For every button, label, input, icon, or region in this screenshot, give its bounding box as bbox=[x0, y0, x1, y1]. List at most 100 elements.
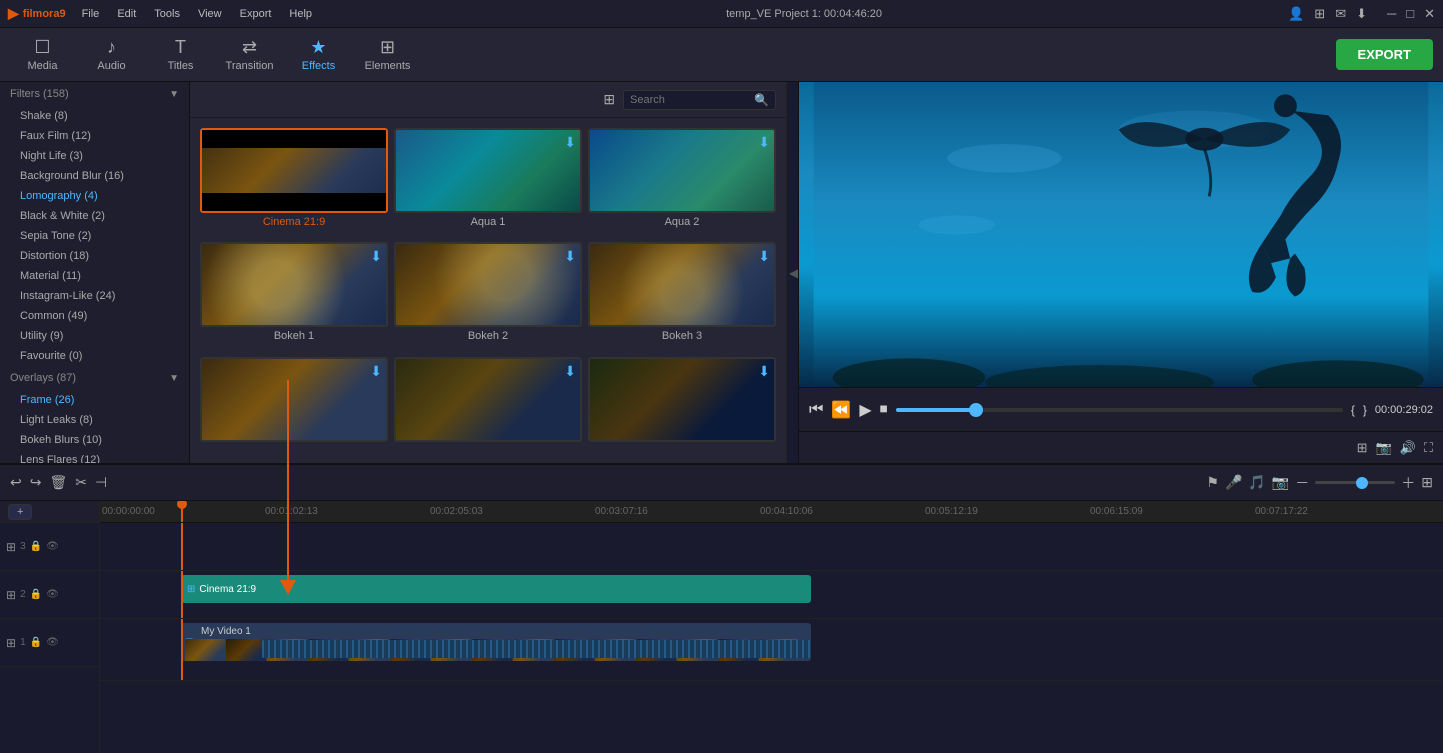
menu-help[interactable]: Help bbox=[281, 6, 320, 22]
effect-label-aqua2: Aqua 2 bbox=[665, 213, 700, 231]
undo-button[interactable]: ↩ bbox=[10, 474, 22, 491]
effect-row3-3[interactable]: ⬇ bbox=[588, 357, 776, 453]
preview-video-content bbox=[799, 82, 1443, 387]
timeline-snapshot-icon[interactable]: 📷 bbox=[1272, 474, 1289, 491]
progress-handle[interactable] bbox=[969, 403, 983, 417]
effect-cinema-21-9[interactable]: Cinema 21:9 bbox=[200, 128, 388, 236]
sidebar-item-light-leaks[interactable]: Light Leaks (8) bbox=[0, 410, 189, 430]
clip-video[interactable]: ⊞ My Video 1 bbox=[181, 623, 811, 661]
effect-aqua2[interactable]: ⬇ Aqua 2 bbox=[588, 128, 776, 236]
track-1-lock-btn[interactable]: 🔒 bbox=[30, 637, 42, 648]
toolbar-transition[interactable]: ⇄ Transition bbox=[217, 30, 282, 80]
add-track-button[interactable]: + bbox=[8, 504, 32, 520]
sidebar-item-faux-film[interactable]: Faux Film (12) bbox=[0, 126, 189, 146]
effect-thumb-aqua1: ⬇ bbox=[394, 128, 582, 213]
effect-aqua1[interactable]: ⬇ Aqua 1 bbox=[394, 128, 582, 236]
grid-view-icon[interactable]: ⊞ bbox=[603, 91, 615, 108]
sidebar-item-material[interactable]: Material (11) bbox=[0, 266, 189, 286]
fullscreen-icon[interactable]: ⛶ bbox=[1424, 440, 1433, 456]
timeline-flag-icon[interactable]: ⚑ bbox=[1206, 474, 1219, 491]
sidebar-item-common[interactable]: Common (49) bbox=[0, 306, 189, 326]
filters-header[interactable]: Filters (158) ▼ bbox=[0, 82, 189, 106]
search-input[interactable] bbox=[630, 94, 750, 106]
toolbar-audio[interactable]: ♪ Audio bbox=[79, 30, 144, 80]
effect-row3-1[interactable]: ⬇ bbox=[200, 357, 388, 453]
step-back-button[interactable]: ⏪ bbox=[831, 400, 851, 420]
effect-label-aqua1: Aqua 1 bbox=[471, 213, 506, 231]
preview-area: ⏮ ⏪ ▶ ⏹ { } 00:00:29:02 ⊞ 📷 🔊 ⛶ bbox=[798, 82, 1443, 463]
track-3-eye-btn[interactable]: 👁 bbox=[46, 541, 59, 552]
search-icon[interactable]: 🔍 bbox=[754, 93, 769, 107]
minimize-btn[interactable]: ─ bbox=[1387, 6, 1396, 21]
screen-size-icon[interactable]: ⊞ bbox=[1357, 440, 1368, 456]
menu-tools[interactable]: Tools bbox=[146, 6, 188, 22]
clip-cinema-21-9[interactable]: ⊞ Cinema 21:9 bbox=[181, 575, 811, 603]
sidebar-item-black-white[interactable]: Black & White (2) bbox=[0, 206, 189, 226]
toolbar-elements[interactable]: ⊞ Elements bbox=[355, 30, 420, 80]
go-start-button[interactable]: ⏮ bbox=[809, 401, 823, 419]
progress-fill bbox=[896, 408, 976, 412]
menu-export[interactable]: Export bbox=[232, 6, 280, 22]
panel-scroll[interactable]: ◀ bbox=[786, 82, 798, 463]
layout-icon[interactable]: ⊞ bbox=[1314, 6, 1325, 22]
timeline-zoom-in-icon[interactable]: ＋ bbox=[1401, 473, 1415, 493]
toolbar-titles[interactable]: T Titles bbox=[148, 30, 213, 80]
menu-view[interactable]: View bbox=[190, 6, 230, 22]
zoom-slider[interactable] bbox=[1315, 481, 1395, 484]
effect-bokeh2[interactable]: ⬇ Bokeh 2 bbox=[394, 242, 582, 350]
export-button[interactable]: EXPORT bbox=[1336, 39, 1433, 70]
redo-button[interactable]: ↪ bbox=[30, 474, 42, 491]
timeline-audio-icon[interactable]: 🎵 bbox=[1248, 474, 1265, 491]
track-row-1: ⊞ My Video 1 bbox=[100, 619, 1443, 681]
message-icon[interactable]: ✉ bbox=[1335, 6, 1346, 22]
stop-button[interactable]: ⏹ bbox=[880, 401, 888, 419]
track-1-eye-btn[interactable]: 👁 bbox=[46, 637, 59, 648]
track-3-lock-btn[interactable]: 🔒 bbox=[30, 541, 42, 552]
timeline-ruler-area: 00:00:00:00 00:01:02:13 00:02:05:03 00:0… bbox=[100, 501, 1443, 753]
sidebar-item-utility[interactable]: Utility (9) bbox=[0, 326, 189, 346]
toolbar-effects[interactable]: ★ Effects bbox=[286, 30, 351, 80]
sidebar-item-lens-flares[interactable]: Lens Flares (12) bbox=[0, 450, 189, 463]
menu-edit[interactable]: Edit bbox=[109, 6, 144, 22]
sidebar-item-instagram-like[interactable]: Instagram-Like (24) bbox=[0, 286, 189, 306]
restore-btn[interactable]: □ bbox=[1406, 6, 1414, 21]
sidebar-item-lomography[interactable]: Lomography (4) bbox=[0, 186, 189, 206]
sidebar-item-frame[interactable]: Frame (26) bbox=[0, 390, 189, 410]
toolbar-media[interactable]: ☐ Media bbox=[10, 30, 75, 80]
volume-icon[interactable]: 🔊 bbox=[1400, 440, 1416, 456]
sidebar-item-night-life[interactable]: Night Life (3) bbox=[0, 146, 189, 166]
effect-bokeh3[interactable]: ⬇ Bokeh 3 bbox=[588, 242, 776, 350]
effect-thumb-bokeh1: ⬇ bbox=[200, 242, 388, 327]
sidebar-item-favourite[interactable]: Favourite (0) bbox=[0, 346, 189, 366]
timeline-zoom-out-icon[interactable]: － bbox=[1295, 473, 1309, 493]
effect-label-bokeh3: Bokeh 3 bbox=[662, 327, 702, 345]
play-button[interactable]: ▶ bbox=[859, 400, 871, 420]
effect-bokeh1[interactable]: ⬇ Bokeh 1 bbox=[200, 242, 388, 350]
download-icon[interactable]: ⬇ bbox=[1356, 6, 1367, 22]
sidebar-item-distortion[interactable]: Distortion (18) bbox=[0, 246, 189, 266]
delete-button[interactable]: 🗑 bbox=[49, 474, 67, 491]
snapshot-icon[interactable]: 📷 bbox=[1376, 440, 1392, 456]
preview-svg bbox=[799, 82, 1443, 387]
timeline-fit-icon[interactable]: ⊞ bbox=[1421, 474, 1433, 491]
account-icon[interactable]: 👤 bbox=[1288, 6, 1304, 22]
track-2-lock-btn[interactable]: 🔒 bbox=[30, 589, 42, 600]
project-title: temp_VE Project 1: 00:04:46:20 bbox=[726, 8, 882, 20]
clip-cinema-icon: ⊞ bbox=[187, 584, 195, 595]
track-2-eye-btn[interactable]: 👁 bbox=[46, 589, 59, 600]
playhead-marker bbox=[177, 501, 187, 509]
split-button[interactable]: ⊣ bbox=[95, 474, 107, 491]
effect-row3-2[interactable]: ⬇ bbox=[394, 357, 582, 453]
cut-button[interactable]: ✂ bbox=[75, 474, 87, 491]
sidebar-item-bokeh-blurs[interactable]: Bokeh Blurs (10) bbox=[0, 430, 189, 450]
timeline-progress[interactable] bbox=[896, 408, 1343, 412]
sidebar-item-background-blur[interactable]: Background Blur (16) bbox=[0, 166, 189, 186]
effects-icon: ★ bbox=[310, 37, 326, 58]
close-btn[interactable]: ✕ bbox=[1424, 6, 1435, 22]
menu-file[interactable]: File bbox=[74, 6, 108, 22]
overlays-header[interactable]: Overlays (87) ▼ bbox=[0, 366, 189, 390]
timeline-mic-icon[interactable]: 🎤 bbox=[1225, 474, 1242, 491]
sidebar-item-shake[interactable]: Shake (8) bbox=[0, 106, 189, 126]
sidebar-item-sepia-tone[interactable]: Sepia Tone (2) bbox=[0, 226, 189, 246]
timeline-ruler[interactable]: 00:00:00:00 00:01:02:13 00:02:05:03 00:0… bbox=[100, 501, 1443, 523]
